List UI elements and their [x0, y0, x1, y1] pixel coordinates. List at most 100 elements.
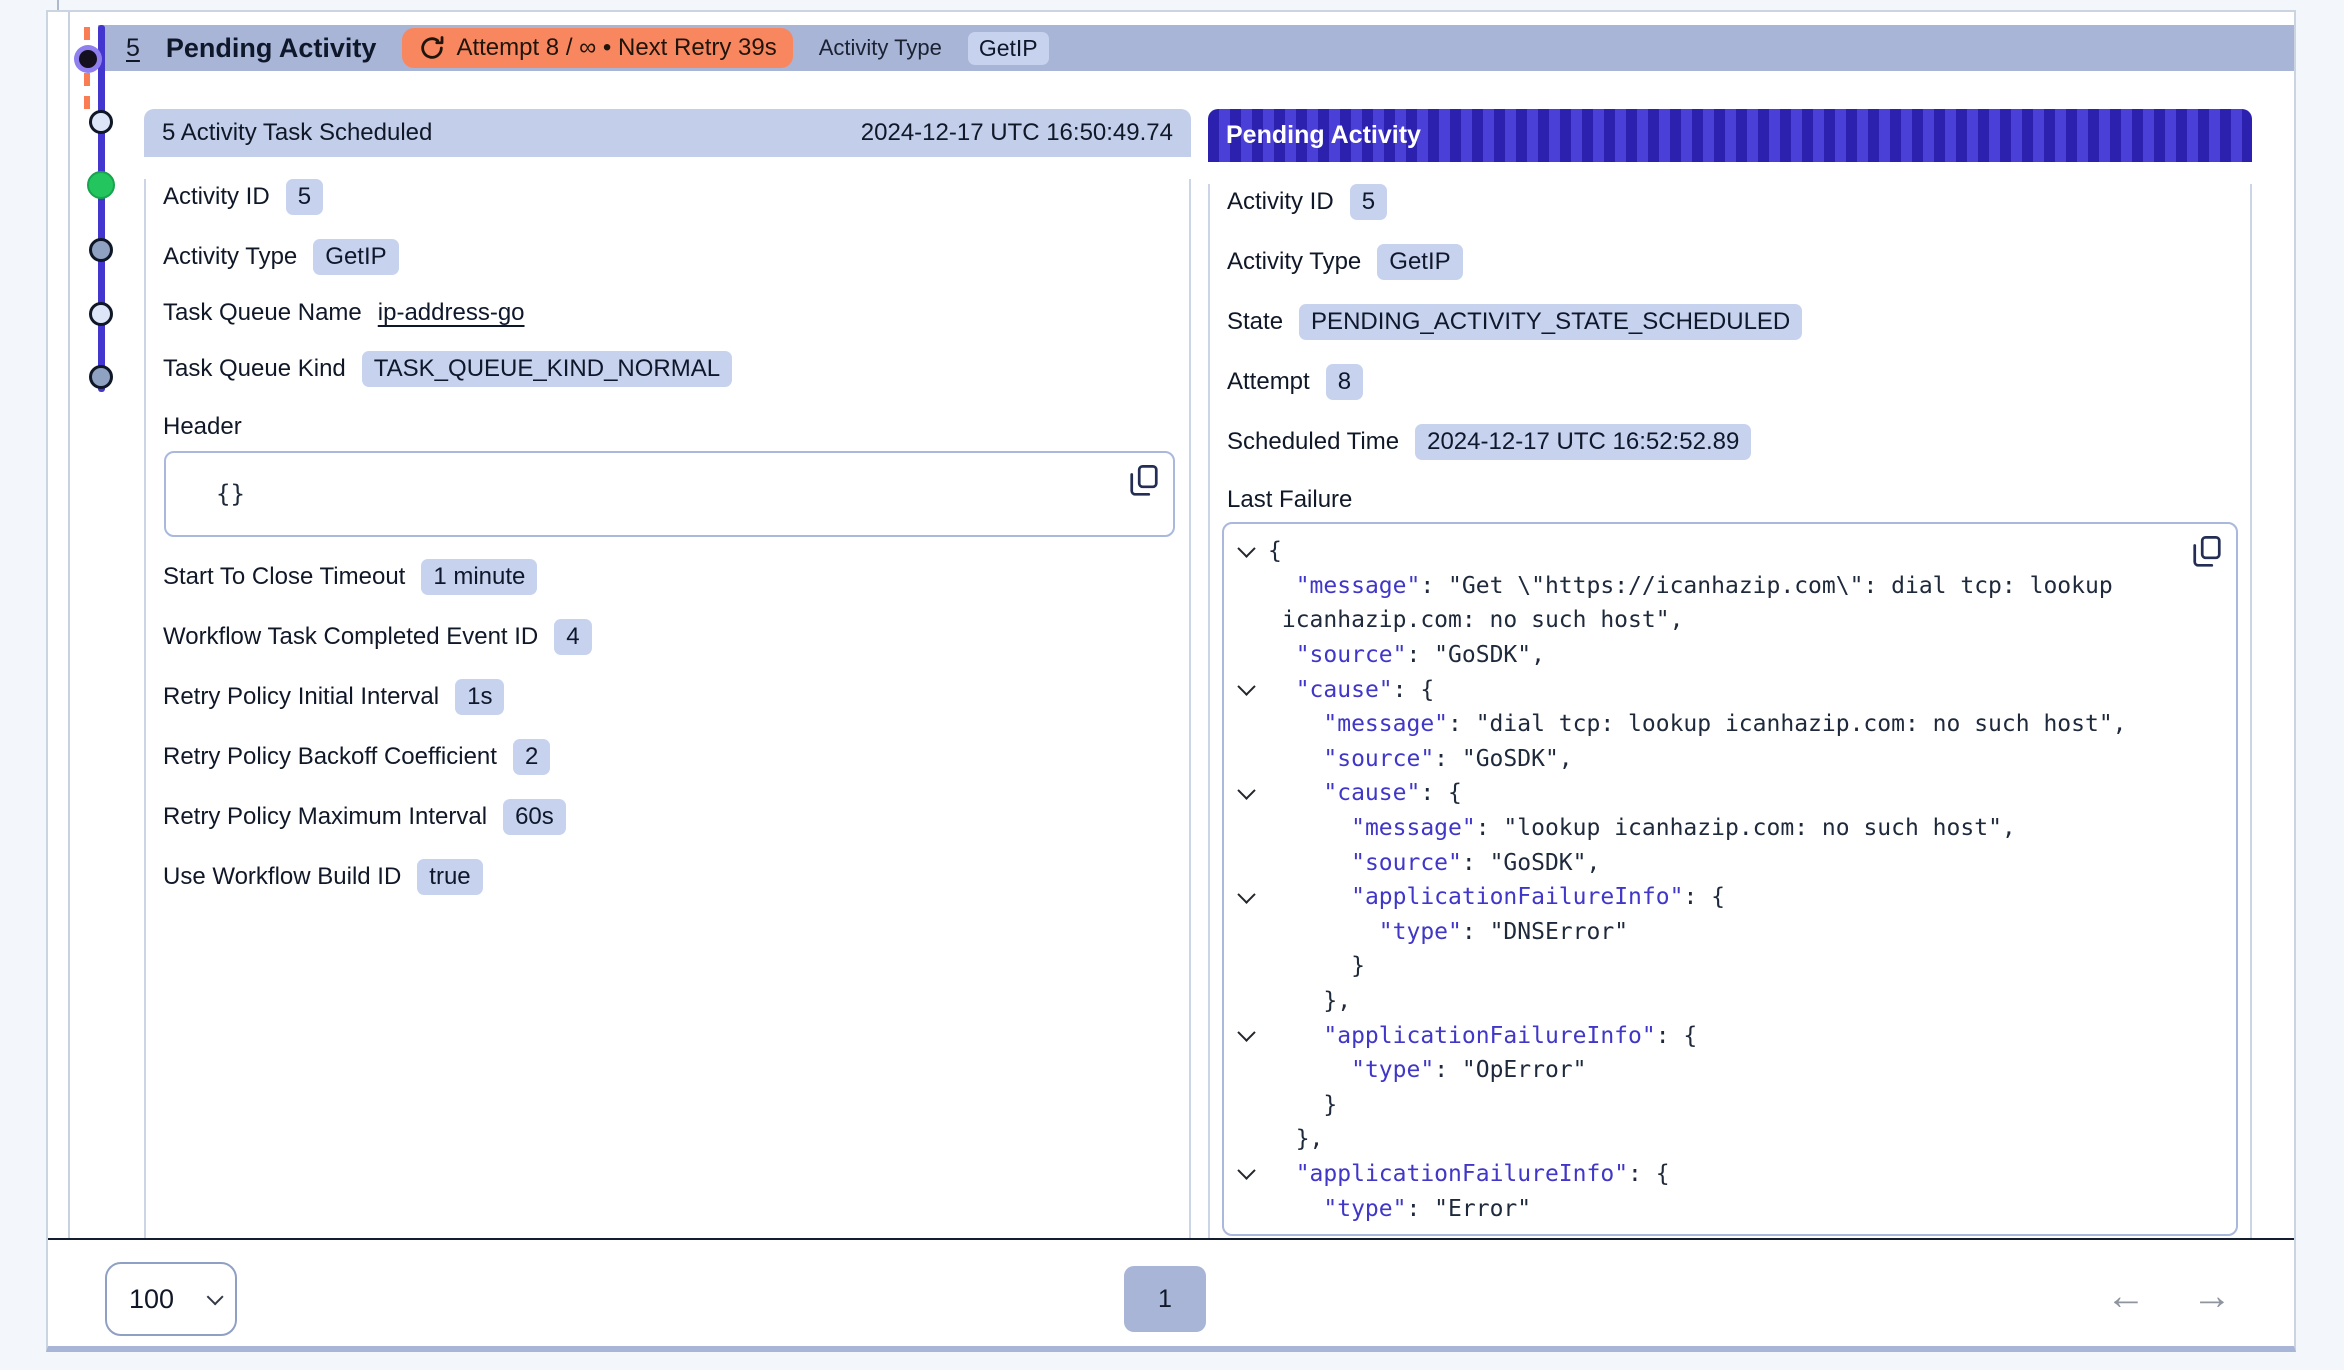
- code-line: "cause": {: [1224, 672, 2236, 707]
- code-line: "cause": {: [1224, 776, 2236, 811]
- pagination-footer: 100 1 ← →: [48, 1238, 2294, 1346]
- json-text: : "GoSDK",: [1434, 746, 1572, 772]
- code-line: }: [1224, 949, 2236, 984]
- json-text: {: [1268, 538, 1282, 564]
- field-label: Activity ID: [1227, 188, 1334, 216]
- json-text: [1268, 573, 1296, 599]
- previous-page-arrow-icon[interactable]: ←: [2106, 1276, 2146, 1316]
- json-text: [1268, 1161, 1296, 1187]
- workflow-event-history-page: 5 Pending Activity Attempt 8 / ∞ • Next …: [0, 0, 2344, 1370]
- collapse-chevron-icon[interactable]: [1237, 678, 1255, 696]
- field-activity-id: Activity ID5: [1227, 184, 2233, 220]
- code-line: "type": "OpError": [1224, 1053, 2236, 1088]
- last-failure-label: Last Failure: [1227, 486, 2233, 514]
- activity-type-label: Activity Type: [819, 35, 942, 61]
- field-label: Workflow Task Completed Event ID: [163, 623, 538, 651]
- json-text: : "Get \"https://icanhazip.com\": dial t…: [1420, 573, 2112, 599]
- json-text: [1268, 1196, 1323, 1222]
- json-text: [1268, 815, 1351, 841]
- retry-badge-text: Attempt 8 / ∞ • Next Retry 39s: [456, 34, 776, 62]
- json-text: [1268, 1057, 1351, 1083]
- retry-icon: [418, 34, 446, 62]
- json-text: [1268, 780, 1323, 806]
- page-size-value: 100: [129, 1284, 174, 1315]
- json-text: : {: [1656, 1023, 1698, 1049]
- field-label: State: [1227, 308, 1283, 336]
- field-label: Retry Policy Backoff Coefficient: [163, 743, 497, 771]
- field-label: Activity Type: [1227, 248, 1361, 276]
- pending-activity-body: Activity ID5Activity TypeGetIPStatePENDI…: [1208, 184, 2252, 1238]
- pending-activity-panel-header: Pending Activity: [1208, 109, 2252, 162]
- field-start-to-close-timeout: Start To Close Timeout1 minute: [163, 559, 1172, 595]
- collapse-chevron-icon[interactable]: [1237, 885, 1255, 903]
- last-failure-json-block[interactable]: { "message": "Get \"https://icanhazip.co…: [1222, 522, 2238, 1236]
- json-text: : "GoSDK",: [1406, 642, 1544, 668]
- json-text: : {: [1683, 884, 1725, 910]
- code-line: "applicationFailureInfo": {: [1224, 1018, 2236, 1053]
- event-dot-gray: [89, 365, 113, 389]
- event-summary-row[interactable]: 5 Pending Activity Attempt 8 / ∞ • Next …: [98, 25, 2294, 71]
- event-detail-fields: Activity ID5Activity TypeGetIPTask Queue…: [146, 179, 1189, 387]
- json-key: "source": [1296, 642, 1407, 668]
- pending-activity-panel: Pending Activity Activity ID5 Activity Ty…: [1208, 109, 2252, 1238]
- code-line: },: [1224, 1122, 2236, 1157]
- json-key: "applicationFailureInfo": [1351, 884, 1683, 910]
- collapse-chevron-icon[interactable]: [1237, 1024, 1255, 1042]
- json-key: "type": [1323, 1196, 1406, 1222]
- page-1-button[interactable]: 1: [1124, 1266, 1206, 1332]
- field-state: StatePENDING_ACTIVITY_STATE_SCHEDULED: [1227, 304, 2233, 340]
- field-label: Scheduled Time: [1227, 428, 1399, 456]
- current-retry-dot: [79, 50, 97, 68]
- field-label: Activity ID: [163, 183, 270, 211]
- json-text: [1268, 677, 1296, 703]
- json-key: "message": [1296, 573, 1421, 599]
- json-text: : {: [1628, 1161, 1670, 1187]
- field-label: Task Queue Name: [163, 299, 362, 327]
- field-task-queue-kind: Task Queue KindTASK_QUEUE_KIND_NORMAL: [163, 351, 1172, 387]
- field-value-badge: 60s: [503, 799, 566, 835]
- event-detail-fields-more: Start To Close Timeout1 minute Workflow T…: [146, 559, 1189, 895]
- code-line: "source": "GoSDK",: [1224, 742, 2236, 777]
- field-activity-id: Activity ID 5: [163, 179, 1172, 215]
- json-text: [1268, 1023, 1323, 1049]
- next-page-arrow-icon[interactable]: →: [2192, 1276, 2232, 1316]
- event-id-link[interactable]: 5: [126, 34, 140, 63]
- code-line: "source": "GoSDK",: [1224, 638, 2236, 673]
- json-text: : {: [1420, 780, 1462, 806]
- json-text: : "OpError": [1434, 1057, 1586, 1083]
- code-line: "message": "dial tcp: lookup icanhazip.c…: [1224, 707, 2236, 742]
- field-value-badge: 8: [1326, 364, 1363, 400]
- collapse-chevron-icon[interactable]: [1237, 781, 1255, 799]
- json-text: [1268, 642, 1296, 668]
- json-key: "message": [1351, 815, 1476, 841]
- event-detail-panel: 5 Activity Task Scheduled 2024-12-17 UTC…: [144, 109, 1191, 1238]
- code-line: "applicationFailureInfo": {: [1224, 880, 2236, 915]
- field-scheduled-time: Scheduled Time2024-12-17 UTC 16:52:52.89: [1227, 424, 2233, 460]
- field-use-workflow-build-id: Use Workflow Build IDtrue: [163, 859, 1172, 895]
- code-gutter: [1224, 891, 1268, 904]
- code-line: },: [1224, 984, 2236, 1019]
- json-text: [1268, 746, 1323, 772]
- page-size-select[interactable]: 100: [105, 1262, 237, 1336]
- collapse-chevron-icon[interactable]: [1237, 539, 1255, 557]
- field-task-queue-name: Task Queue Name ip-address-go: [163, 299, 1172, 327]
- field-label: Retry Policy Initial Interval: [163, 683, 439, 711]
- event-detail-title: 5 Activity Task Scheduled: [162, 119, 432, 147]
- json-key: "cause": [1296, 677, 1393, 703]
- field-value-badge: 5: [286, 179, 323, 215]
- field-label: Retry Policy Maximum Interval: [163, 803, 487, 831]
- event-detail-body: Activity ID5Activity TypeGetIPTask Queue…: [144, 179, 1191, 1238]
- code-line: icanhazip.com: no such host",: [1224, 603, 2236, 638]
- collapse-chevron-icon[interactable]: [1237, 1162, 1255, 1180]
- code-gutter: [1224, 787, 1268, 800]
- copy-button[interactable]: [2192, 534, 2222, 568]
- event-dot-green: [87, 171, 115, 199]
- copy-button[interactable]: [1129, 463, 1159, 497]
- event-detail-panel-header: 5 Activity Task Scheduled 2024-12-17 UTC…: [144, 109, 1191, 157]
- field-value-badge: 1s: [455, 679, 504, 715]
- retry-badge: Attempt 8 / ∞ • Next Retry 39s: [402, 28, 792, 68]
- field-value-badge: 4: [554, 619, 591, 655]
- task-queue-link[interactable]: ip-address-go: [378, 299, 525, 327]
- code-line: "source": "GoSDK",: [1224, 845, 2236, 880]
- field-value-badge: TASK_QUEUE_KIND_NORMAL: [362, 351, 732, 387]
